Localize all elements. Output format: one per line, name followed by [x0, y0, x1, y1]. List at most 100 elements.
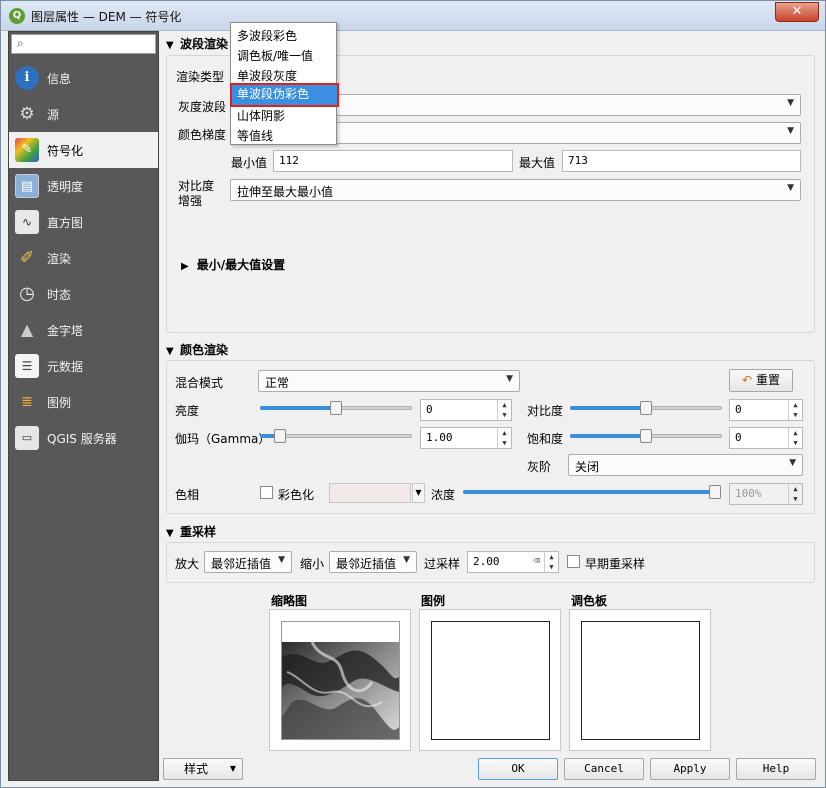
- collapse-triangle-icon: ▼: [166, 346, 174, 357]
- palette-label: 调色板: [571, 594, 608, 608]
- sidebar-item-legend[interactable]: ≣ 图例: [9, 384, 158, 420]
- sidebar-item-rendering[interactable]: ✐ 渲染: [9, 240, 158, 276]
- ok-button[interactable]: OK: [478, 758, 558, 780]
- rendering-brush-icon: ✐: [19, 248, 35, 268]
- legend-preview-label: 图例: [421, 594, 446, 608]
- symbology-brush-icon: ✎: [15, 138, 39, 162]
- brightness-spinbox[interactable]: 0 ▲ ▼: [420, 399, 512, 421]
- qgis-server-icon: ▭: [15, 426, 39, 450]
- minmax-settings-toggle[interactable]: ▶ 最小/最大值设置: [181, 256, 285, 273]
- menu-item-paletted-unique[interactable]: 调色板/唯一值: [237, 47, 313, 64]
- early-resample-checkbox[interactable]: [567, 555, 580, 568]
- thumbnail-box: [269, 609, 411, 751]
- collapse-triangle-icon: ▼: [166, 528, 174, 539]
- brightness-slider[interactable]: [260, 400, 412, 416]
- spin-arrows-icon[interactable]: ▲ ▼: [788, 428, 802, 448]
- max-label: 最大值: [519, 156, 556, 170]
- brightness-label: 亮度: [175, 404, 200, 418]
- spin-arrows-icon[interactable]: ▲ ▼: [497, 400, 511, 420]
- apply-button[interactable]: Apply: [650, 758, 730, 780]
- strength-spinbox[interactable]: 100% ▲ ▼: [729, 483, 803, 505]
- menu-item-singleband-gray[interactable]: 单波段灰度: [237, 67, 297, 84]
- chevron-down-icon: ▼: [229, 764, 236, 773]
- sidebar-item-symbology[interactable]: ✎ 符号化: [9, 132, 158, 168]
- sidebar-item-qgis-server[interactable]: ▭ QGIS 服务器: [9, 420, 158, 456]
- gamma-spinbox[interactable]: 1.00 ▲ ▼: [420, 427, 512, 449]
- expand-triangle-icon: ▶: [181, 261, 189, 272]
- metadata-icon: ☰: [15, 354, 39, 378]
- chevron-down-icon: ▼: [278, 555, 285, 565]
- blend-mode-label: 混合模式: [175, 376, 224, 390]
- gamma-label: 伽玛（Gamma）: [175, 432, 271, 446]
- hue-label: 色相: [175, 488, 200, 502]
- sidebar-item-pyramids[interactable]: ▲ 金字塔: [9, 312, 158, 348]
- close-button[interactable]: ✕: [775, 2, 819, 22]
- clear-icon[interactable]: ⌫: [533, 554, 540, 567]
- qgis-app-icon: Q: [9, 8, 25, 24]
- histogram-icon: ∿: [15, 210, 39, 234]
- oversample-spinbox[interactable]: 2.00 ⌫ ▲ ▼: [467, 551, 559, 573]
- color-gradient-label: 颜色梯度: [178, 128, 227, 142]
- layer-properties-window: Q 图层属性 — DEM — 符号化 ✕ ⌕ i 信息 ⚙ 源 ✎ 符号化 ▤ …: [0, 0, 826, 788]
- chevron-down-icon[interactable]: ▼: [412, 483, 425, 503]
- color-render-header[interactable]: ▼ 颜色渲染: [166, 341, 228, 359]
- colorize-color-swatch[interactable]: [329, 483, 411, 503]
- render-type-dropdown: 多波段彩色 调色板/唯一值 单波段灰度 单波段伪彩色 山体阴影 等值线: [230, 22, 339, 145]
- dem-hillshade-image: [282, 641, 399, 739]
- zoom-out-resample-select[interactable]: 最邻近插值 ▼: [329, 551, 417, 573]
- resample-header[interactable]: ▼ 重采样: [166, 523, 216, 541]
- legend-preview-box: [419, 609, 561, 751]
- source-gear-icon: ⚙: [19, 104, 35, 124]
- gamma-slider[interactable]: [260, 428, 412, 444]
- sidebar-item-temporal[interactable]: ◷ 时态: [9, 276, 158, 312]
- spin-arrows-icon[interactable]: ▲ ▼: [788, 400, 802, 420]
- sidebar-item-histogram[interactable]: ∿ 直方图: [9, 204, 158, 240]
- chevron-down-icon: ▼: [787, 98, 794, 108]
- colorize-checkbox[interactable]: [260, 486, 273, 499]
- zoom-in-resample-select[interactable]: 最邻近插值 ▼: [204, 551, 292, 573]
- pyramid-icon: ▲: [20, 320, 34, 339]
- contrast-slider[interactable]: [570, 400, 722, 416]
- saturation-slider[interactable]: [570, 428, 722, 444]
- contrast-spinbox[interactable]: 0 ▲ ▼: [729, 399, 803, 421]
- grayscale-select[interactable]: 关闭 ▼: [568, 454, 803, 476]
- contrast-enhance-select[interactable]: 拉伸至最大最小值 ▼: [230, 179, 801, 201]
- chevron-down-icon: ▼: [787, 183, 794, 193]
- strength-label: 浓度: [431, 488, 456, 502]
- sidebar-search-input[interactable]: ⌕: [11, 34, 156, 54]
- oversample-label: 过采样: [424, 557, 461, 571]
- window-title: 图层属性 — DEM — 符号化: [31, 10, 182, 24]
- contrast-enhance-label-2: 增强: [178, 194, 203, 208]
- saturation-spinbox[interactable]: 0 ▲ ▼: [729, 427, 803, 449]
- help-button[interactable]: Help: [736, 758, 816, 780]
- render-type-label: 渲染类型: [176, 70, 225, 84]
- legend-icon: ≣: [21, 394, 33, 410]
- menu-item-singleband-pseudocolor[interactable]: 单波段伪彩色: [230, 83, 339, 107]
- reset-button[interactable]: ↶ 重置: [729, 369, 793, 392]
- clock-icon: ◷: [19, 283, 35, 304]
- band-render-header[interactable]: ▼ 波段渲染: [166, 35, 228, 53]
- spin-arrows-icon[interactable]: ▲ ▼: [497, 428, 511, 448]
- dem-thumbnail-image: [281, 621, 400, 740]
- zoom-out-label: 缩小: [300, 557, 325, 571]
- sidebar-item-metadata[interactable]: ☰ 元数据: [9, 348, 158, 384]
- menu-item-hillshade[interactable]: 山体阴影: [237, 107, 285, 124]
- strength-slider[interactable]: [463, 484, 721, 500]
- thumbnail-label: 缩略图: [271, 594, 308, 608]
- contrast-label: 对比度: [527, 404, 564, 418]
- menu-item-multiband-color[interactable]: 多波段彩色: [237, 27, 297, 44]
- sidebar-item-info[interactable]: i 信息: [9, 60, 158, 96]
- sidebar-item-source[interactable]: ⚙ 源: [9, 96, 158, 132]
- legend-preview-canvas: [431, 621, 550, 740]
- sidebar-item-transparency[interactable]: ▤ 透明度: [9, 168, 158, 204]
- blend-mode-select[interactable]: 正常 ▼: [258, 370, 520, 392]
- min-value-input[interactable]: 112: [273, 150, 513, 172]
- collapse-triangle-icon: ▼: [166, 40, 174, 51]
- spin-arrows-icon[interactable]: ▲ ▼: [544, 552, 558, 572]
- max-value-input[interactable]: 713: [562, 150, 801, 172]
- menu-item-contours[interactable]: 等值线: [237, 127, 273, 144]
- spin-arrows-icon: ▲ ▼: [788, 484, 802, 504]
- style-menu-button[interactable]: 样式 ▼: [163, 758, 243, 780]
- cancel-button[interactable]: Cancel: [564, 758, 644, 780]
- palette-preview-box: [569, 609, 711, 751]
